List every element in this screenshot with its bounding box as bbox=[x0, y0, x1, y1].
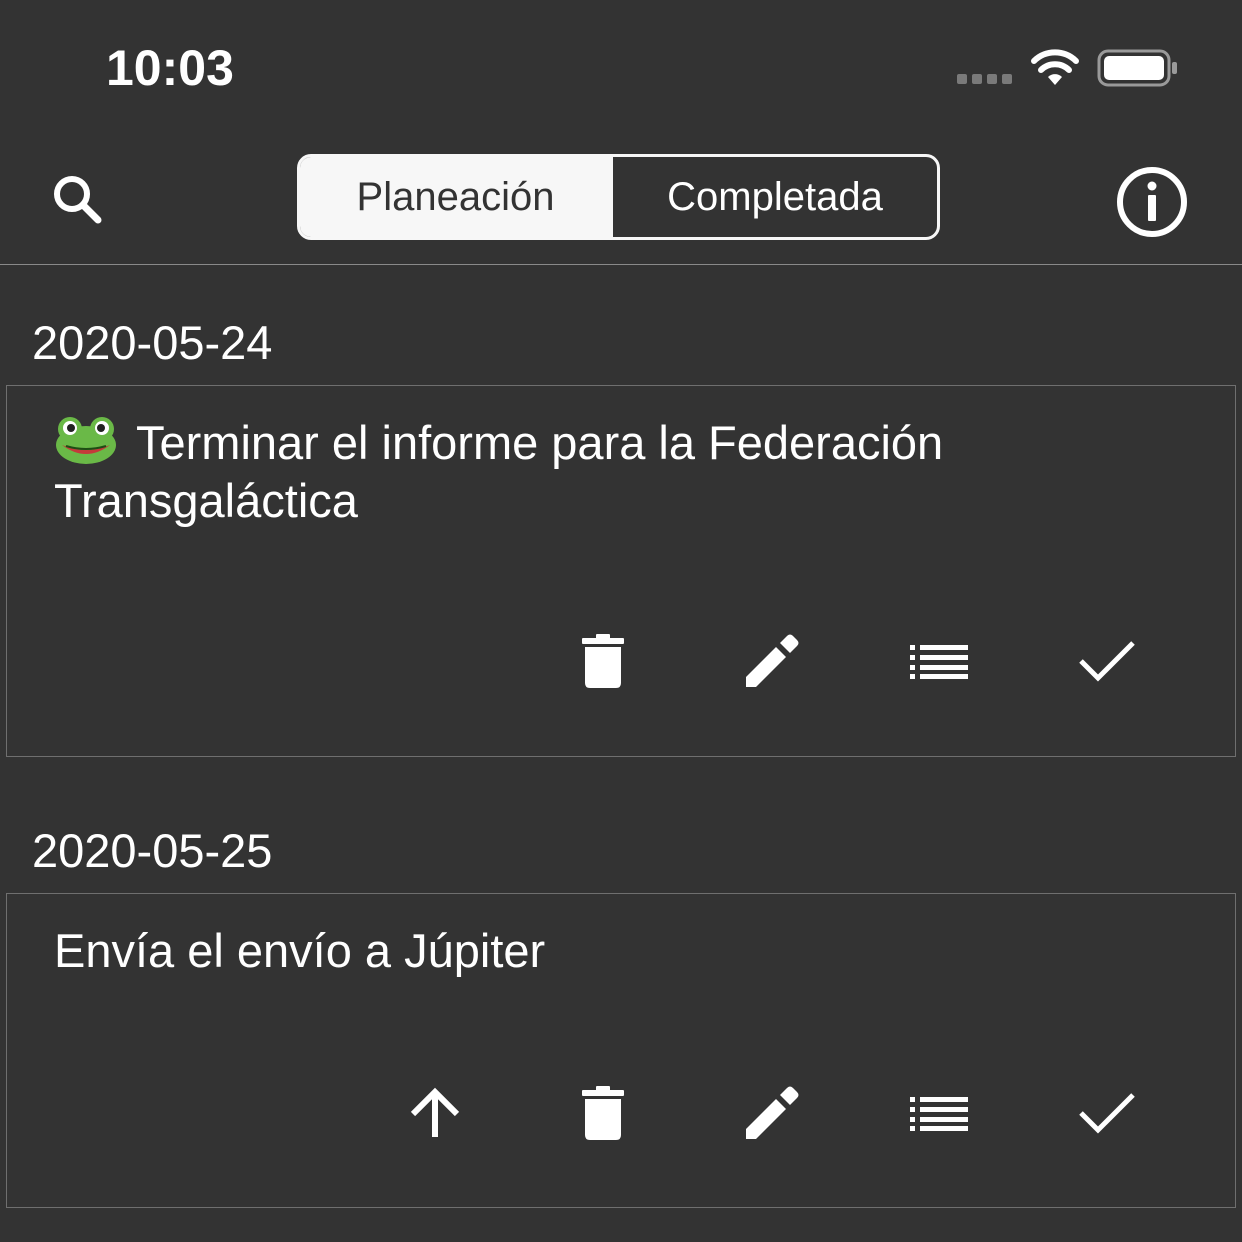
delete-icon bbox=[582, 1086, 624, 1140]
details-button[interactable] bbox=[904, 626, 974, 696]
check-icon bbox=[1079, 1093, 1135, 1134]
date-header: 2020-05-25 bbox=[32, 824, 273, 877]
segment-planeacion[interactable]: Planeación bbox=[300, 157, 611, 237]
edit-icon bbox=[746, 634, 799, 687]
status-segmented-control: Planeación Completada bbox=[297, 154, 940, 240]
delete-button[interactable] bbox=[568, 626, 638, 696]
task-title: Terminar el informe para la Federación T… bbox=[54, 414, 1154, 530]
list-icon bbox=[910, 1097, 968, 1131]
cellular-signal-icon bbox=[957, 74, 1012, 84]
list-icon bbox=[910, 645, 968, 679]
edit-button[interactable] bbox=[736, 1078, 806, 1148]
complete-button[interactable] bbox=[1072, 1078, 1142, 1148]
arrow-up-icon bbox=[410, 1087, 460, 1137]
edit-icon bbox=[746, 1086, 799, 1139]
search-button[interactable] bbox=[48, 170, 108, 230]
info-button[interactable] bbox=[1114, 164, 1190, 240]
check-icon bbox=[1079, 641, 1135, 682]
wifi-icon bbox=[1031, 49, 1079, 85]
details-button[interactable] bbox=[904, 1078, 974, 1148]
search-icon bbox=[54, 176, 102, 224]
task-title-text: Envía el envío a Júpiter bbox=[54, 924, 546, 977]
segment-completada[interactable]: Completada bbox=[611, 157, 937, 237]
complete-button[interactable] bbox=[1072, 626, 1142, 696]
delete-icon bbox=[582, 634, 624, 688]
date-header: 2020-05-24 bbox=[32, 316, 273, 369]
battery-icon bbox=[1097, 49, 1177, 87]
status-bar: 10:03 bbox=[0, 0, 1242, 130]
delete-button[interactable] bbox=[568, 1078, 638, 1148]
status-time: 10:03 bbox=[106, 40, 234, 96]
edit-button[interactable] bbox=[736, 626, 806, 696]
info-icon bbox=[1117, 167, 1187, 237]
task-card: Envía el envío a Júpiter bbox=[6, 893, 1236, 1208]
task-title: Envía el envío a Júpiter bbox=[54, 922, 1154, 980]
navigation-bar: Planeación Completada bbox=[0, 130, 1242, 265]
frog-icon bbox=[56, 417, 116, 464]
move-up-button[interactable] bbox=[400, 1078, 470, 1148]
task-title-text: Terminar el informe para la Federación T… bbox=[54, 416, 944, 527]
task-card: Terminar el informe para la Federación T… bbox=[6, 385, 1236, 757]
